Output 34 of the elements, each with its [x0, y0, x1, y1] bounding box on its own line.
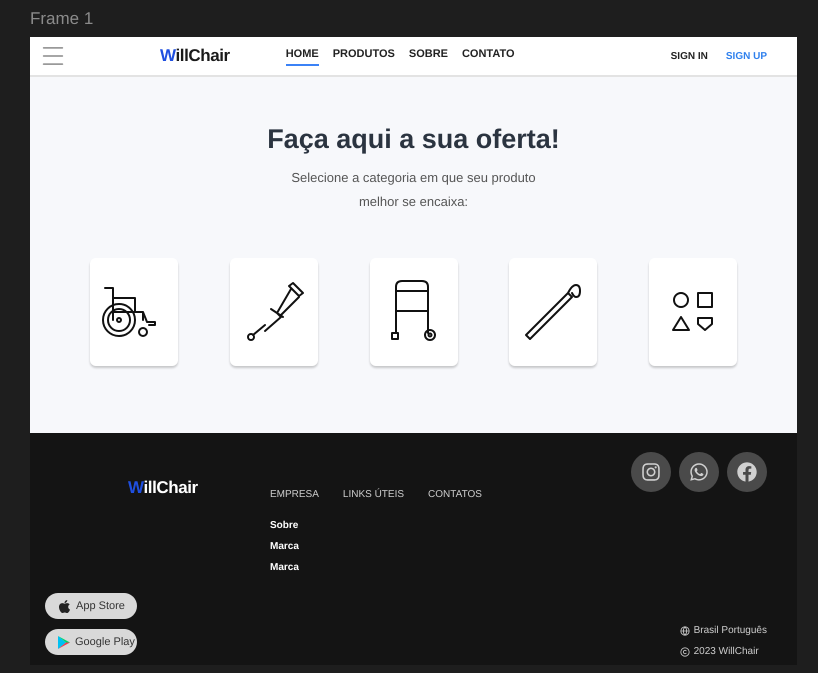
- category-card[interactable]: [90, 258, 178, 366]
- whatsapp-icon[interactable]: [679, 452, 719, 492]
- footer-heading: LINKS ÚTEIS: [342, 487, 404, 502]
- hero-subtitle: Selecione a categoria em que seu produto melhor se encaixa:: [290, 168, 537, 210]
- category-card[interactable]: [230, 258, 318, 366]
- category-card[interactable]: [370, 258, 458, 366]
- hero-title: Faça aqui a sua oferta!: [267, 123, 560, 156]
- footer-link[interactable]: Marca: [270, 539, 319, 554]
- shapes-icon: [671, 290, 715, 334]
- nav-link[interactable]: PRODUTOS: [332, 46, 395, 66]
- apple-icon: [57, 598, 72, 614]
- google-play-badge[interactable]: Google Play: [45, 629, 137, 655]
- copyright-text: 2023 WillChair: [694, 645, 759, 659]
- sign-up-link[interactable]: SIGN UP: [726, 48, 767, 64]
- instagram-icon[interactable]: [631, 452, 671, 492]
- logo[interactable]: WillChair: [160, 43, 230, 69]
- facebook-icon[interactable]: [727, 452, 767, 492]
- globe-icon: [680, 626, 690, 636]
- play-icon: [57, 634, 71, 650]
- footer-heading: EMPRESA: [270, 488, 319, 502]
- frame-label: Frame 1: [30, 9, 94, 28]
- category-card[interactable]: [509, 258, 598, 366]
- copyright-icon: [680, 646, 690, 656]
- nav-link[interactable]: SOBRE: [408, 46, 448, 66]
- sign-in-link[interactable]: SIGN IN: [670, 48, 708, 64]
- footer-link[interactable]: Sobre: [270, 518, 319, 533]
- nav-link[interactable]: CONTATO: [462, 46, 515, 66]
- logo[interactable]: WillChair: [128, 475, 270, 500]
- category-card[interactable]: [649, 258, 737, 366]
- nav-link[interactable]: HOME: [286, 46, 319, 66]
- footer-link[interactable]: Marca: [270, 560, 319, 575]
- language-link[interactable]: Brasil Português: [694, 623, 767, 638]
- footer-heading: CONTATOS: [428, 488, 482, 502]
- app-store-badge[interactable]: App Store: [45, 593, 137, 619]
